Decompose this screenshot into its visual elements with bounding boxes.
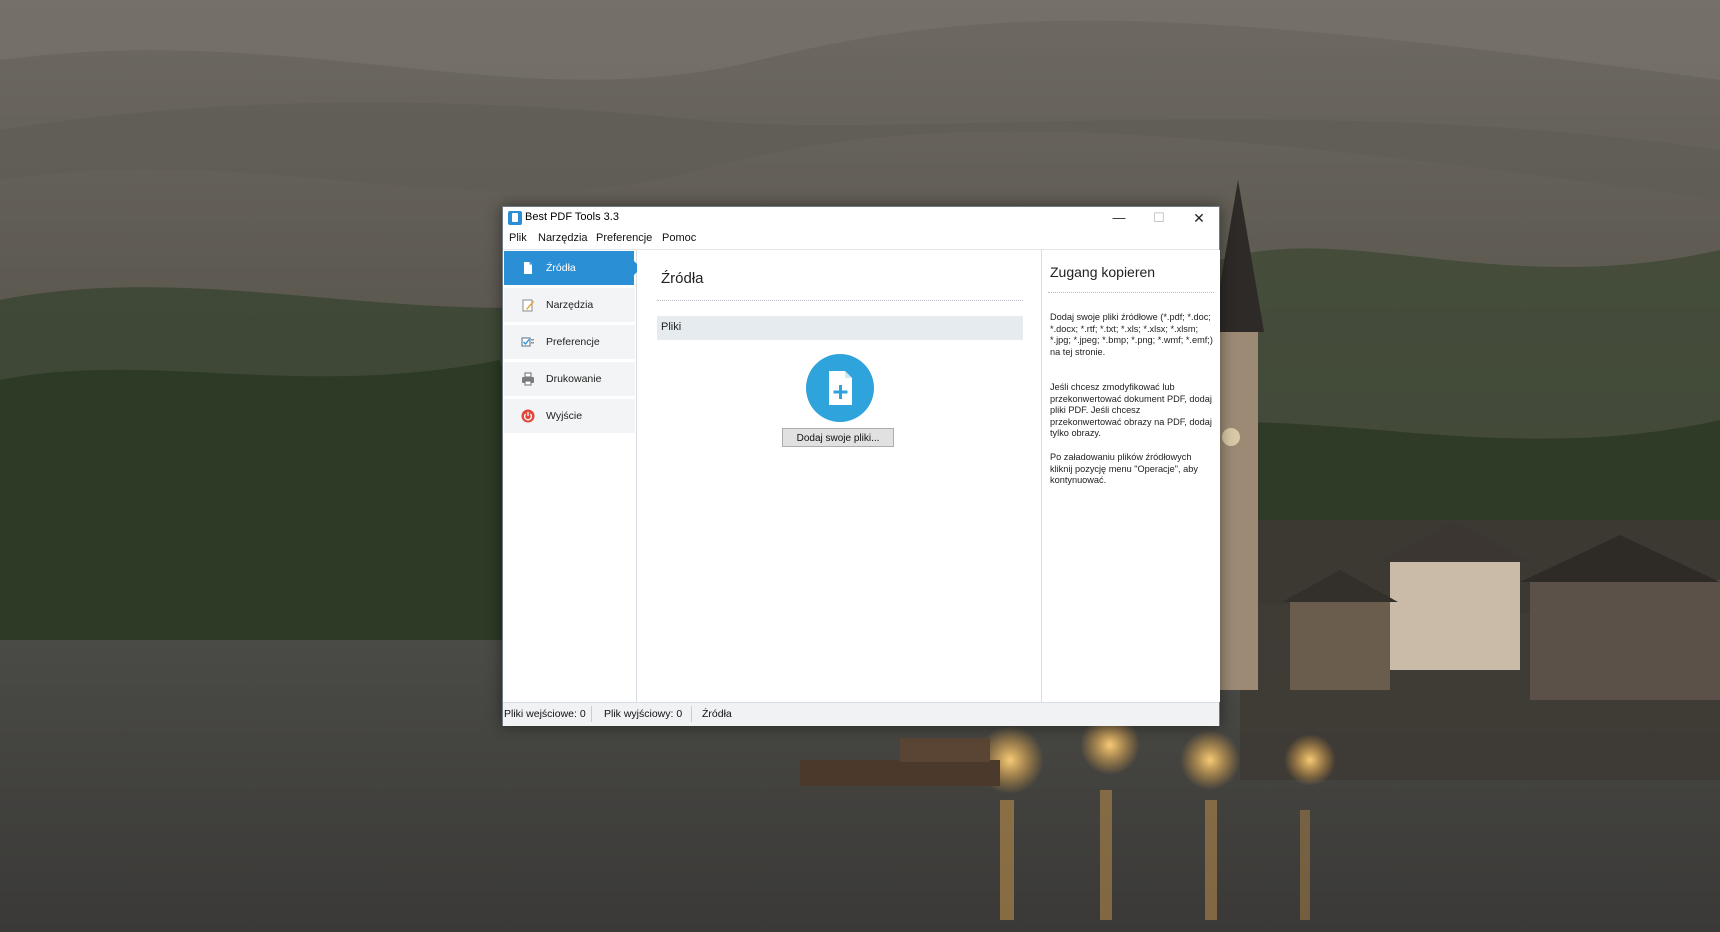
sidebar-item-drukowanie[interactable]: Drukowanie [504,362,635,396]
edit-icon [522,299,534,312]
window-title: Best PDF Tools 3.3 [525,211,619,223]
status-separator [691,706,692,722]
sidebar-item-zrodla[interactable]: Źródła [504,251,641,285]
menu-preferencje[interactable]: Preferencje [596,232,652,244]
status-separator [591,706,592,722]
app-window: Best PDF Tools 3.3 — ☐ ✕ Plik Narzędzia … [502,206,1220,726]
sidebar-item-label: Źródła [546,262,576,274]
title-divider [657,300,1023,301]
help-paragraph: Po załadowaniu plików źródłowych kliknij… [1050,452,1198,486]
files-section-label: Pliki [661,321,682,333]
sidebar-item-wyjscie[interactable]: Wyjście [504,399,635,433]
sidebar-item-label: Drukowanie [546,373,602,385]
help-title: Zugang kopieren [1050,264,1156,280]
sidebar-item-narzedzia[interactable]: Narzędzia [504,288,635,322]
menu-plik[interactable]: Plik [509,232,527,244]
menu-narzedzia[interactable]: Narzędzia [538,232,588,244]
status-input-files: Pliki wejściowe: 0 [504,708,586,720]
menu-bar: Plik Narzędzia Preferencje Pomoc [503,229,1219,250]
sidebar: Źródła Narzędzia Preferencje Drukowanie … [503,250,641,702]
sidebar-item-label: Narzędzia [546,299,594,311]
checkbox-icon [521,337,534,347]
sidebar-item-preferencje[interactable]: Preferencje [504,325,635,359]
printer-icon [522,372,534,386]
power-icon [521,409,535,423]
sidebar-item-label: Wyjście [546,410,583,422]
menu-pomoc[interactable]: Pomoc [662,232,696,244]
sidebar-item-label: Preferencje [546,336,600,348]
add-files-button[interactable]: Dodaj swoje pliki... [782,428,894,447]
status-output-files: Plik wyjściowy: 0 [604,708,683,720]
files-section-header: Pliki [657,316,1023,340]
help-paragraph: Jeśli chcesz zmodyfikować lub przekonwer… [1050,382,1212,439]
app-logo-icon [508,211,522,225]
help-panel: Zugang kopieren Dodaj swoje pliki źródło… [1041,250,1220,702]
close-button[interactable]: ✕ [1179,207,1219,229]
help-divider [1048,292,1214,293]
page-title: Źródła [661,270,704,287]
help-paragraph: Dodaj swoje pliki źródłowe (*.pdf; *.doc… [1050,312,1213,357]
document-icon [524,262,532,274]
maximize-button[interactable]: ☐ [1139,207,1179,229]
add-file-icon[interactable] [806,354,874,422]
minimize-button[interactable]: — [1099,207,1139,229]
status-current-page: Źródła [702,708,732,720]
main-panel: Źródła Pliki Dodaj swoje pliki... [637,250,1041,702]
status-bar: Pliki wejściowe: 0 Plik wyjściowy: 0 Źró… [503,702,1219,726]
title-bar[interactable]: Best PDF Tools 3.3 — ☐ ✕ [503,207,1219,229]
